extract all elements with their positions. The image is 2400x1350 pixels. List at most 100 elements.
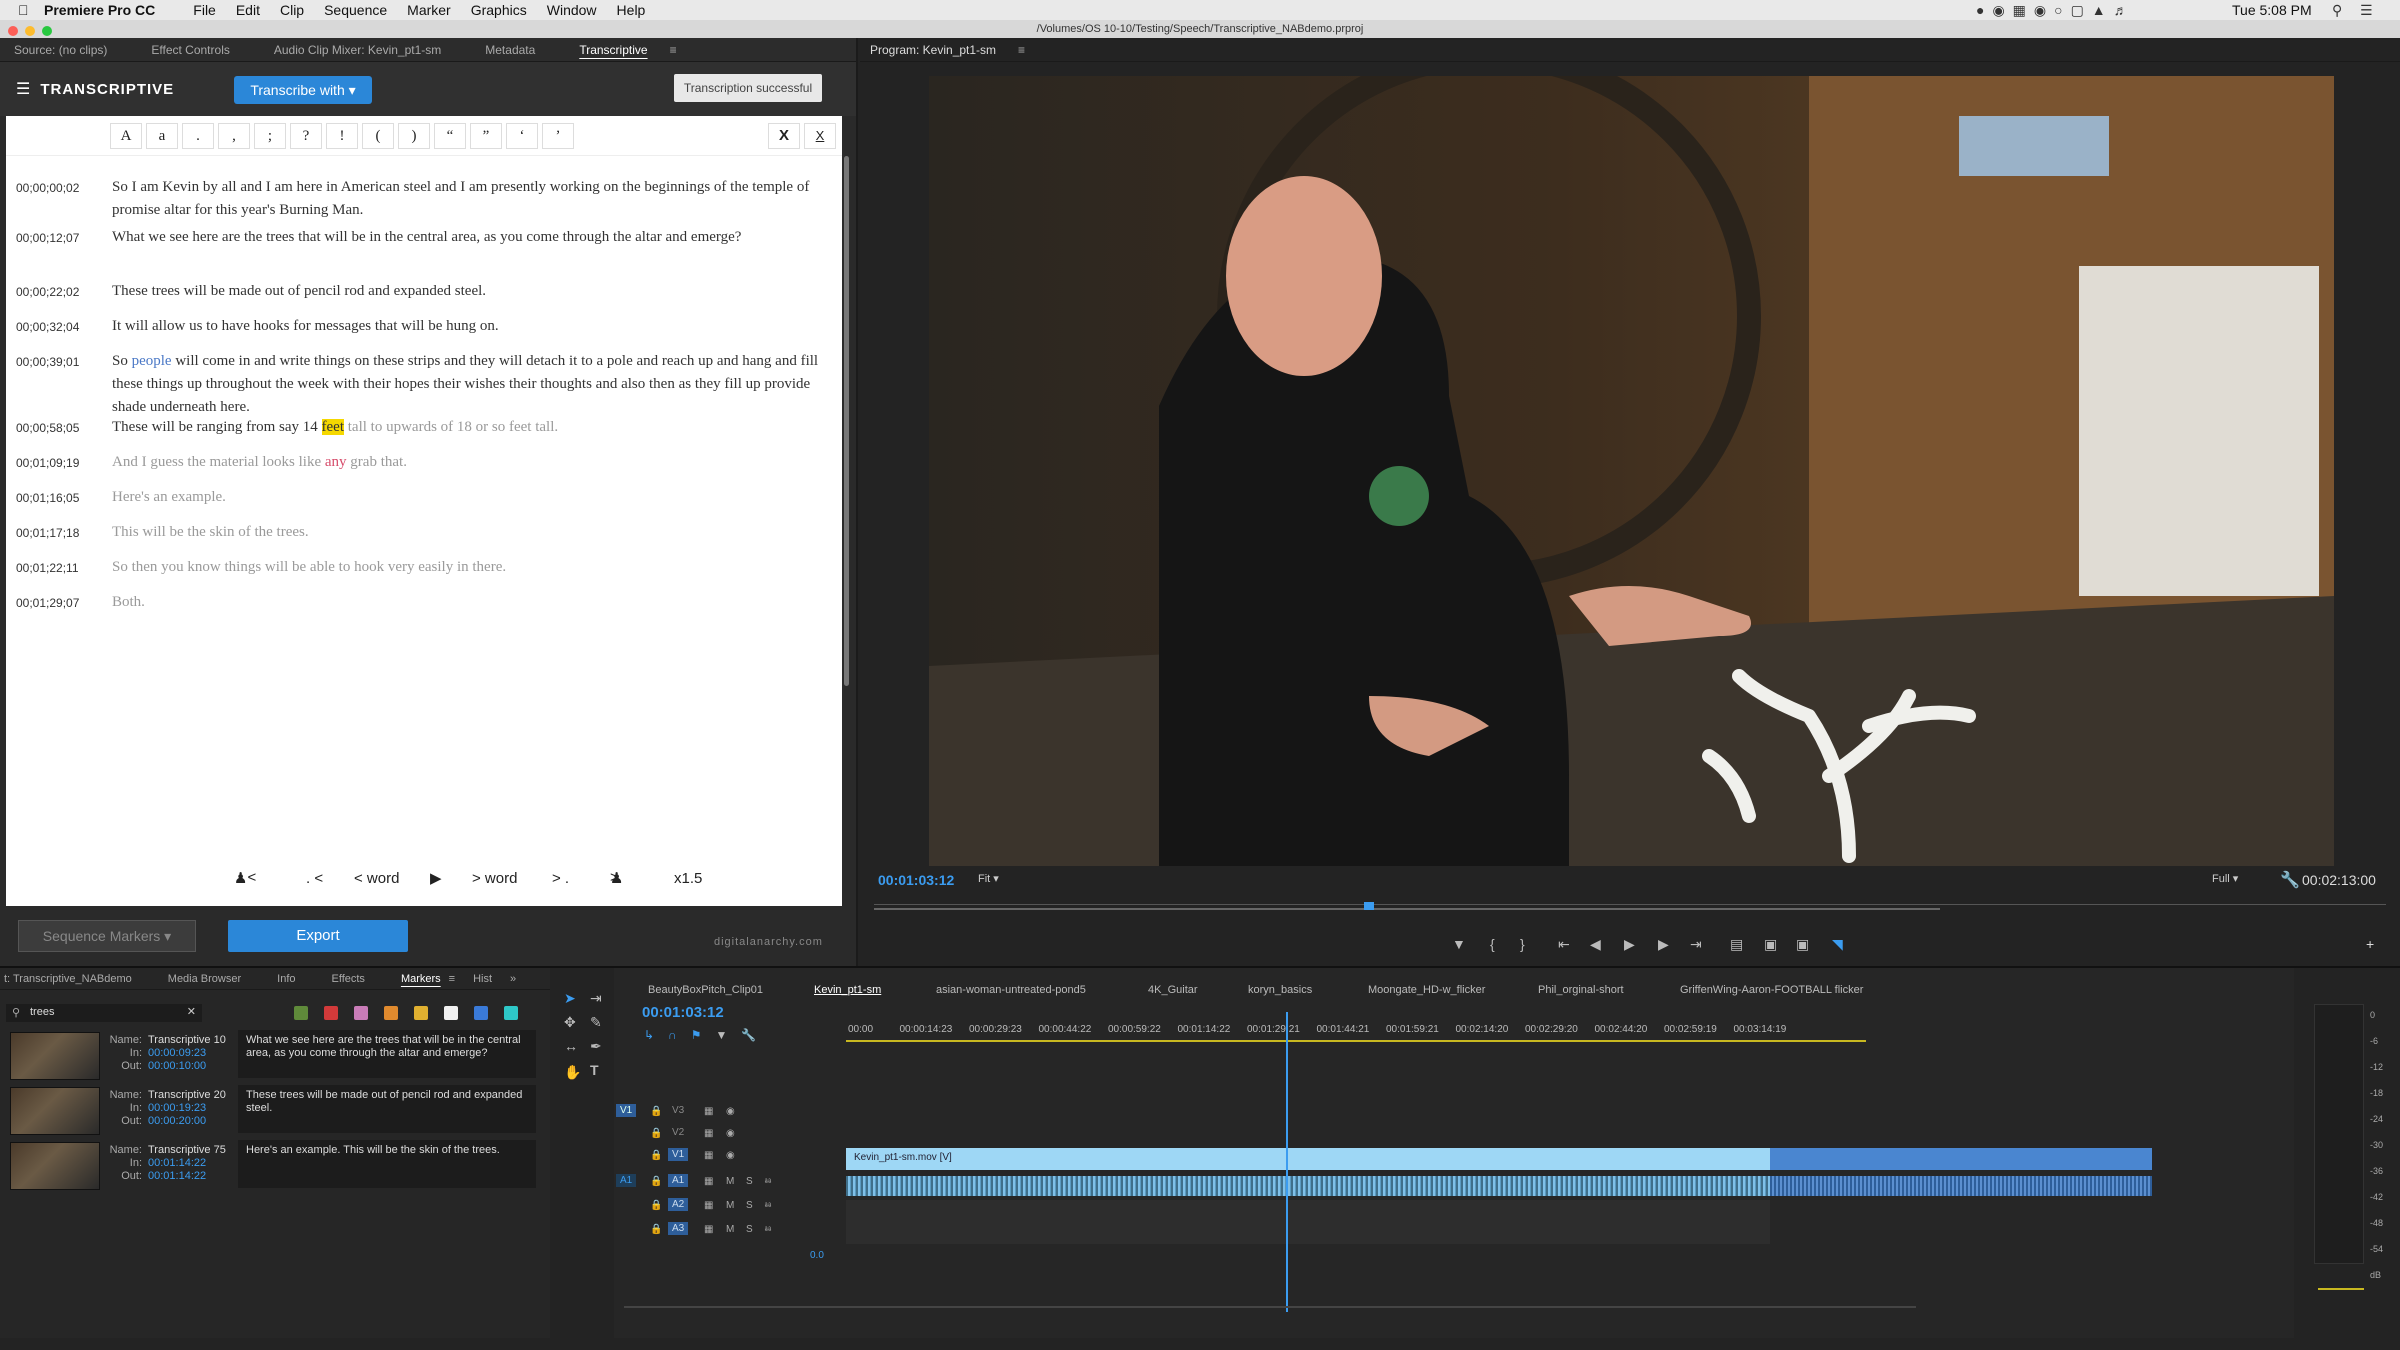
marker-in[interactable]: 00:00:09:23 — [148, 1047, 206, 1059]
timecode[interactable]: 00;00;32;04 — [16, 316, 79, 339]
sync-lock-icon[interactable]: ▦ — [704, 1224, 713, 1235]
mute-icon[interactable]: M — [726, 1176, 734, 1187]
export-frame-icon[interactable]: ◥ — [1832, 936, 1843, 953]
type-tool-icon[interactable]: T — [590, 1062, 599, 1078]
timecode[interactable]: 00;00;39;01 — [16, 351, 79, 374]
pen-icon[interactable]: ✒ — [590, 1038, 602, 1055]
track-target[interactable]: A3 — [668, 1222, 689, 1235]
selection-tool-icon[interactable]: ➤ — [564, 990, 576, 1007]
marker-out[interactable]: 00:00:10:00 — [148, 1060, 206, 1072]
sequence-tab[interactable]: koryn_basics — [1248, 984, 1312, 996]
next-sentence-button[interactable]: > . — [552, 870, 569, 887]
play-button[interactable]: ▶ — [430, 869, 442, 887]
marker-out[interactable]: 00:01:14:22 — [148, 1170, 206, 1182]
track-target[interactable]: V1 — [668, 1148, 689, 1161]
lock-icon[interactable]: 🔒 — [650, 1176, 662, 1187]
open-quote-button[interactable]: “ — [434, 122, 466, 149]
next-speaker-button[interactable]: > ♟ — [610, 869, 623, 887]
audio-clip-a1[interactable] — [846, 1176, 2152, 1196]
menu-edit[interactable]: Edit — [236, 2, 260, 18]
camera-icon[interactable]: ▣ — [1796, 936, 1809, 953]
app-menu[interactable]: Premiere Pro CC — [44, 2, 155, 18]
sync-lock-icon[interactable]: ▦ — [704, 1150, 713, 1161]
eye-icon[interactable]: ◉ — [726, 1128, 735, 1139]
clear-search-icon[interactable]: ✕ — [187, 1005, 196, 1018]
menu-sequence[interactable]: Sequence — [324, 2, 387, 18]
mic-icon[interactable]: ⎂ — [764, 1200, 772, 1211]
tab-info[interactable]: Info — [259, 973, 313, 985]
open-paren-button[interactable]: ( — [362, 122, 394, 149]
marker-in[interactable]: 00:01:14:22 — [148, 1157, 206, 1169]
menu-clip[interactable]: Clip — [280, 2, 304, 18]
mic-icon[interactable]: ⎂ — [764, 1224, 772, 1235]
color-swatch[interactable] — [444, 1006, 458, 1020]
marker-in[interactable]: 00:00:19:23 — [148, 1102, 206, 1114]
menu-graphics[interactable]: Graphics — [471, 2, 527, 18]
timeline-ruler[interactable]: 00:00 00:00:14:23 00:00:29:23 00:00:44:22 00… — [846, 1012, 1866, 1048]
lock-icon[interactable]: 🔒 — [650, 1224, 662, 1235]
prev-sentence-button[interactable]: . < — [306, 870, 323, 887]
close-single-quote-button[interactable]: ’ — [542, 122, 574, 149]
razor-icon[interactable]: ✎ — [590, 1014, 602, 1031]
menu-help[interactable]: Help — [617, 2, 646, 18]
marker-comment[interactable]: These trees will be made out of pencil r… — [238, 1085, 536, 1133]
export-button[interactable]: Export — [228, 920, 408, 952]
search-icon[interactable]: ⚲ — [2332, 2, 2342, 19]
track-select-icon[interactable]: ⇥ — [590, 990, 602, 1007]
minimize-icon[interactable] — [25, 26, 36, 36]
transcript-text[interactable]: It will allow us to have hooks for messa… — [112, 315, 824, 338]
tab-media-browser[interactable]: Media Browser — [150, 973, 259, 985]
comma-button[interactable]: , — [218, 122, 250, 149]
menu-file[interactable]: File — [193, 2, 216, 18]
program-title[interactable]: Program: Kevin_pt1-sm — [860, 43, 1018, 57]
program-timecode[interactable]: 00:01:03:12 — [878, 872, 954, 888]
color-swatch[interactable] — [504, 1006, 518, 1020]
timeline-timecode[interactable]: 00:01:03:12 — [642, 1004, 724, 1021]
mute-icon[interactable]: M — [726, 1224, 734, 1235]
color-swatch[interactable] — [354, 1006, 368, 1020]
program-ruler[interactable] — [874, 890, 2386, 912]
play-icon[interactable]: ▶ — [1624, 936, 1635, 953]
markers-menu-icon[interactable]: ≡ — [445, 973, 469, 985]
eye-icon[interactable]: ◉ — [726, 1106, 735, 1117]
timecode[interactable]: 00;00;58;05 — [16, 417, 79, 440]
sequence-tab[interactable]: Kevin_pt1-sm — [814, 984, 881, 996]
sync-lock-icon[interactable]: ▦ — [704, 1200, 713, 1211]
add-marker-icon[interactable]: ▼ — [1452, 936, 1466, 952]
lock-icon[interactable]: 🔒 — [650, 1106, 662, 1117]
transcribe-with-button[interactable]: Transcribe with ▾ — [234, 76, 372, 104]
step-back-icon[interactable]: ◀ — [1590, 936, 1601, 953]
question-button[interactable]: ? — [290, 122, 322, 149]
sequence-tab[interactable]: BeautyBoxPitch_Clip01 — [648, 984, 763, 996]
timecode[interactable]: 00;01;29;07 — [16, 592, 79, 615]
wrench-icon[interactable]: 🔧 — [2280, 870, 2300, 890]
mic-icon[interactable]: ⎂ — [764, 1176, 772, 1187]
track-target[interactable]: V2 — [668, 1126, 688, 1139]
tab-project[interactable]: t: Transcriptive_NABdemo — [0, 973, 150, 985]
ripple-edit-icon[interactable]: ✥ — [564, 1014, 576, 1031]
close-paren-button[interactable]: ) — [398, 122, 430, 149]
solo-icon[interactable]: S — [746, 1224, 753, 1235]
sequence-tab[interactable]: GriffenWing-Aaron-FOOTBALL flicker — [1680, 984, 1863, 996]
color-swatch[interactable] — [474, 1006, 488, 1020]
marker-search-input[interactable]: ⚲ trees ✕ — [6, 1004, 202, 1022]
tab-effects[interactable]: Effects — [314, 973, 383, 985]
hamburger-icon[interactable]: ☰ — [16, 79, 30, 99]
exclamation-button[interactable]: ! — [326, 122, 358, 149]
quality-dropdown[interactable]: Full ▾ — [2212, 872, 2238, 885]
video-clip[interactable]: Kevin_pt1-sm.mov [V] — [846, 1148, 2152, 1170]
sequence-markers-dropdown[interactable]: Sequence Markers ▾ — [18, 920, 196, 952]
step-forward-icon[interactable]: ▶ — [1658, 936, 1669, 953]
next-word-button[interactable]: > word — [472, 870, 517, 887]
source-patch-a1[interactable]: A1 — [616, 1174, 637, 1187]
timeline-scrollbar[interactable] — [624, 1306, 1916, 1308]
tab-markers[interactable]: Markers — [383, 973, 445, 985]
extract-icon[interactable]: ▣ — [1764, 936, 1777, 953]
add-button-icon[interactable]: + — [2366, 936, 2374, 952]
track-target[interactable]: A1 — [668, 1174, 689, 1187]
track-target[interactable]: V3 — [668, 1104, 688, 1117]
marker-item[interactable]: Name: Transcriptive 10 In: 00:00:09:23 Out: 0… — [6, 1030, 550, 1082]
low-confidence-word[interactable]: any — [325, 454, 347, 470]
eye-icon[interactable]: ◉ — [726, 1150, 735, 1161]
sync-lock-icon[interactable]: ▦ — [704, 1128, 713, 1139]
